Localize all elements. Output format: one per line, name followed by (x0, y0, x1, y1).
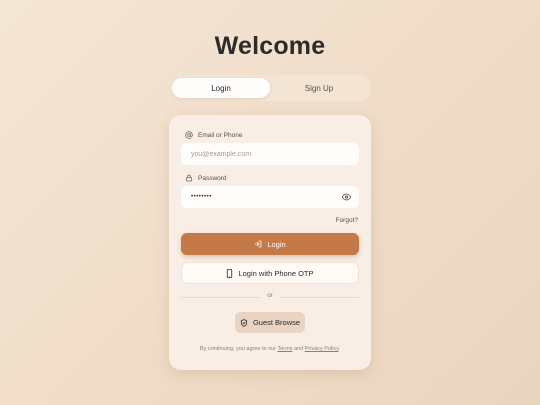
forgot-password-link[interactable]: Forgot? (336, 217, 358, 224)
auth-tabs: Login Sign Up (169, 75, 371, 101)
password-label-text: Password (198, 174, 227, 182)
phone-otp-button-label: Login with Phone OTP (238, 268, 314, 278)
privacy-policy-link[interactable]: Privacy Policy (305, 346, 339, 352)
password-label: Password (185, 174, 227, 182)
email-label-text: Email or Phone (198, 131, 243, 139)
terms-and: and (294, 346, 304, 352)
terms-prefix: By continuing, you agree to our (199, 346, 277, 352)
password-value[interactable]: •••••••• (191, 194, 212, 200)
eye-icon[interactable] (342, 193, 351, 201)
smartphone-icon (227, 268, 233, 278)
login-button-label: Login (267, 239, 286, 249)
phone-otp-button[interactable]: Login with Phone OTP (181, 262, 359, 284)
guest-browse-button[interactable]: Guest Browse (235, 312, 305, 333)
email-label: Email or Phone (185, 131, 242, 139)
email-input[interactable] (191, 150, 341, 158)
log-in-icon (254, 240, 262, 248)
password-field[interactable]: •••••••• (181, 186, 359, 208)
login-button[interactable]: Login (181, 233, 359, 255)
page-title: Welcome (214, 32, 326, 60)
divider-label: or (260, 293, 280, 299)
terms-suffix: . (338, 346, 341, 352)
login-card: Email or Phone Password •••••••• Forgot?… (169, 115, 371, 370)
shield-check-icon (240, 318, 248, 327)
terms-notice: By continuing, you agree to our Terms an… (169, 346, 371, 352)
email-field[interactable] (181, 143, 359, 165)
at-sign-icon (185, 131, 193, 139)
lock-icon (185, 174, 193, 182)
guest-browse-button-label: Guest Browse (252, 318, 301, 327)
tab-sign-up[interactable]: Sign Up (270, 78, 368, 98)
terms-link[interactable]: Terms (277, 346, 292, 352)
tab-login[interactable]: Login (172, 78, 270, 98)
